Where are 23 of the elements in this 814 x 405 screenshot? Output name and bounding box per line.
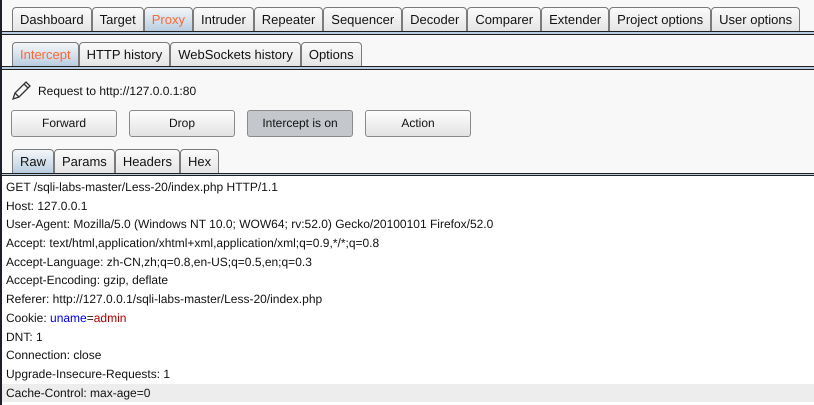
tab[interactable]: Extender [541, 7, 610, 31]
tab[interactable]: Headers [114, 149, 180, 173]
pencil-icon [10, 80, 32, 102]
tab[interactable]: Raw [12, 149, 54, 173]
action-button[interactable]: Action [365, 110, 471, 136]
tab[interactable]: Project options [609, 7, 712, 31]
tab[interactable]: Repeater [254, 7, 324, 31]
tab[interactable]: Target [92, 7, 144, 31]
tab[interactable]: User options [711, 7, 800, 31]
tab[interactable]: Comparer [467, 7, 542, 31]
action-button[interactable]: Intercept is on [247, 110, 353, 136]
tab[interactable]: Hex [180, 149, 220, 173]
tab[interactable]: Dashboard [12, 7, 92, 31]
action-button[interactable]: Drop [129, 110, 235, 136]
action-button[interactable]: Forward [11, 110, 117, 136]
tab[interactable]: Sequencer [323, 7, 402, 31]
request-target-label: Request to http://127.0.0.1:80 [38, 83, 196, 100]
tab[interactable]: Options [300, 42, 362, 66]
tab[interactable]: Decoder [402, 7, 468, 31]
tab[interactable]: WebSockets history [170, 42, 301, 66]
tab[interactable]: Intruder [192, 7, 254, 31]
tab[interactable]: Params [54, 149, 115, 173]
tab[interactable]: HTTP history [78, 42, 170, 66]
